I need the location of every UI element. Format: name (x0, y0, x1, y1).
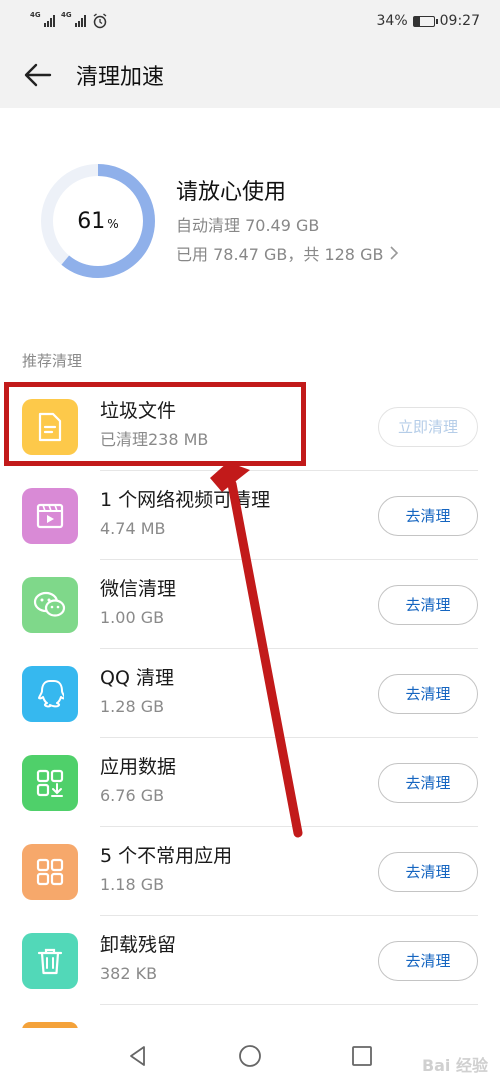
item-title: 5 个不常用应用 (100, 845, 233, 867)
status-bar: 4G 4G 34% 09:27 (0, 0, 500, 42)
storage-usage-text: 已用 78.47 GB，共 128 GB (176, 245, 384, 264)
list-item-qq[interactable]: QQ 清理 1.28 GB 去清理 (0, 649, 500, 738)
arrow-left-icon (24, 63, 52, 87)
icon-tile (22, 576, 78, 633)
page-title: 清理加速 (76, 65, 165, 90)
icon-tile (22, 932, 78, 989)
status-right: 34% 09:27 (377, 13, 480, 29)
document-icon (38, 412, 62, 441)
list-item-junk-files[interactable]: 垃圾文件 已清理238 MB 立即清理 (0, 382, 500, 471)
item-text: 5 个不常用应用 1.18 GB (100, 843, 232, 897)
alarm-icon (93, 13, 107, 29)
list-item-wechat[interactable]: 微信清理 1.00 GB 去清理 (0, 560, 500, 649)
item-text: 应用数据 6.76 GB (100, 754, 176, 808)
app-data-icon (36, 769, 64, 797)
nav-back-button[interactable] (118, 1036, 158, 1076)
list-item-uninstall-residue[interactable]: 卸载残留 382 KB 去清理 (0, 916, 500, 1005)
status-left: 4G 4G (30, 11, 108, 29)
item-text: 1 个网络视频可清理 4.74 MB (100, 487, 270, 541)
icon-tile (22, 665, 78, 722)
back-button[interactable] (0, 42, 76, 108)
icon-tile (22, 754, 78, 811)
item-text: 垃圾文件 已清理238 MB (100, 398, 208, 452)
summary-title: 请放心使用 (176, 180, 287, 205)
item-title: 微信清理 (100, 578, 177, 600)
list-item-web-video[interactable]: 1 个网络视频可清理 4.74 MB 去清理 (0, 471, 500, 560)
item-size: 382 KB (100, 964, 158, 983)
item-size: 1.18 GB (100, 875, 165, 894)
clock: 09:27 (439, 13, 480, 29)
video-icon (36, 503, 64, 528)
battery-icon (412, 15, 438, 27)
item-size: 6.76 GB (100, 786, 165, 805)
divider (100, 1004, 478, 1005)
item-size: 1.28 GB (100, 697, 165, 716)
item-title: QQ 清理 (100, 667, 174, 689)
apps-grid-icon (36, 858, 64, 885)
go-clean-button[interactable]: 去清理 (378, 762, 478, 803)
icon-tile (22, 487, 78, 544)
storage-usage-link[interactable]: 已用 78.47 GB，共 128 GB (176, 241, 399, 265)
chevron-right-icon (390, 246, 399, 260)
battery-percent: 34% (376, 13, 408, 29)
go-clean-button[interactable]: 去清理 (378, 851, 478, 892)
circle-home-icon (239, 1045, 261, 1067)
clean-now-button[interactable]: 立即清理 (378, 406, 478, 447)
clean-list: 垃圾文件 已清理238 MB 立即清理 1 个网络视频可清理 4.74 MB 去… (0, 382, 500, 1005)
wechat-icon (33, 591, 66, 617)
signal-icon: 4G (61, 11, 86, 27)
triangle-back-icon (130, 1046, 145, 1066)
go-clean-button[interactable]: 去清理 (378, 940, 478, 981)
signal-icon: 4G (30, 11, 55, 27)
item-title: 1 个网络视频可清理 (100, 489, 271, 511)
item-text: 微信清理 1.00 GB (100, 576, 176, 630)
go-clean-button[interactable]: 去清理 (378, 673, 478, 714)
watermark: Bai 经验 (421, 1056, 488, 1075)
storage-summary: 61% 请放心使用 自动清理 70.49 GB 已用 78.47 GB，共 12… (0, 108, 500, 338)
square-recents-icon (352, 1046, 372, 1066)
list-item-unused-apps[interactable]: 5 个不常用应用 1.18 GB 去清理 (0, 827, 500, 916)
item-size: 4.74 MB (100, 519, 166, 538)
nav-home-button[interactable] (230, 1036, 270, 1076)
auto-clean-text: 自动清理 70.49 GB (176, 216, 320, 235)
item-text: QQ 清理 1.28 GB (100, 665, 174, 719)
app-bar: 清理加速 (0, 42, 500, 108)
icon-tile (22, 398, 78, 455)
item-title: 应用数据 (100, 756, 177, 778)
section-label: 推荐清理 (22, 352, 83, 370)
item-title: 垃圾文件 (100, 400, 177, 422)
list-item-app-data[interactable]: 应用数据 6.76 GB 去清理 (0, 738, 500, 827)
item-text: 卸载残留 382 KB (100, 932, 176, 986)
nav-recents-button[interactable] (342, 1036, 382, 1076)
usage-percent: 61% (77, 208, 119, 234)
trash-icon (37, 948, 63, 974)
go-clean-button[interactable]: 去清理 (378, 495, 478, 536)
icon-tile (22, 843, 78, 900)
item-size: 1.00 GB (100, 608, 165, 627)
item-title: 卸载残留 (100, 934, 177, 956)
qq-icon (38, 679, 64, 707)
go-clean-button[interactable]: 去清理 (378, 584, 478, 625)
item-size: 已清理238 MB (100, 430, 209, 449)
